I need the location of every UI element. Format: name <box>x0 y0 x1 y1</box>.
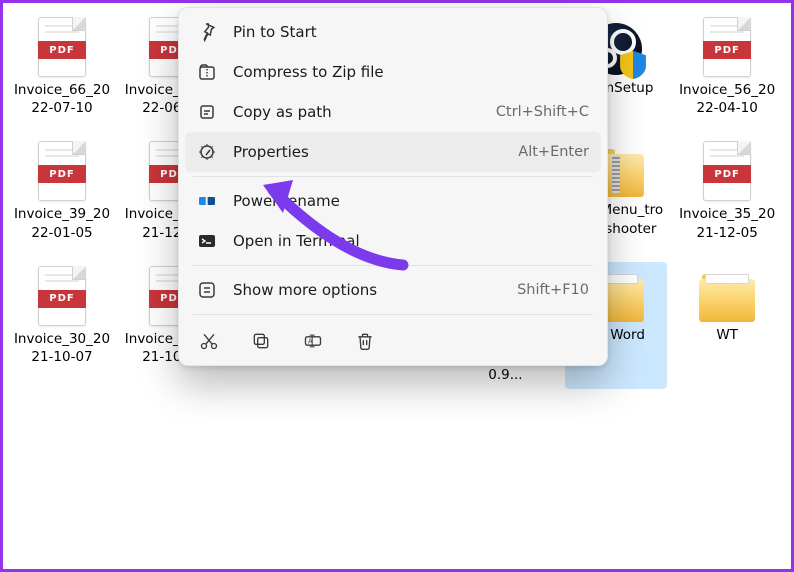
file-label: Invoice_35_2021-12-05 <box>678 205 776 241</box>
menu-label: Properties <box>233 143 502 161</box>
context-menu: Pin to Start Compress to Zip file Copy a… <box>178 7 608 366</box>
pdf-icon: PDF <box>703 141 751 201</box>
pdf-icon: PDF <box>703 17 751 77</box>
menu-label: Compress to Zip file <box>233 63 589 81</box>
menu-label: PowerRename <box>233 192 589 210</box>
menu-label: Open in Terminal <box>233 232 589 250</box>
menu-shortcut: Alt+Enter <box>518 144 589 160</box>
menu-copy-path[interactable]: Copy as path Ctrl+Shift+C <box>185 92 601 132</box>
file-item[interactable]: WT <box>676 262 778 389</box>
file-label: Invoice_30_2021-10-07 <box>13 330 111 366</box>
menu-label: Show more options <box>233 281 501 299</box>
file-item[interactable]: PDF Invoice_66_2022-07-10 <box>11 13 113 121</box>
menu-shortcut: Shift+F10 <box>517 282 589 298</box>
menu-divider <box>193 265 593 266</box>
pdf-icon: PDF <box>38 266 86 326</box>
file-item[interactable]: PDF Invoice_39_2022-01-05 <box>11 137 113 245</box>
file-label: Invoice_39_2022-01-05 <box>13 205 111 241</box>
menu-properties[interactable]: Properties Alt+Enter <box>185 132 601 172</box>
menu-action-row: A <box>185 319 601 355</box>
file-label: Invoice_56_2022-04-10 <box>678 81 776 117</box>
pdf-icon: PDF <box>38 141 86 201</box>
folder-icon <box>699 276 755 322</box>
file-label: Invoice_66_2022-07-10 <box>13 81 111 117</box>
menu-show-more[interactable]: Show more options Shift+F10 <box>185 270 601 310</box>
file-item[interactable]: PDF Invoice_35_2021-12-05 <box>676 137 778 245</box>
file-label: WT <box>678 326 776 344</box>
delete-button[interactable] <box>353 329 377 353</box>
menu-open-terminal[interactable]: Open in Terminal <box>185 221 601 261</box>
show-more-icon <box>197 280 217 300</box>
properties-icon <box>197 142 217 162</box>
pdf-icon: PDF <box>38 17 86 77</box>
menu-label: Pin to Start <box>233 23 589 41</box>
cut-button[interactable] <box>197 329 221 353</box>
menu-divider <box>193 176 593 177</box>
file-item[interactable]: PDF Invoice_56_2022-04-10 <box>676 13 778 121</box>
menu-shortcut: Ctrl+Shift+C <box>496 104 589 120</box>
menu-pin-to-start[interactable]: Pin to Start <box>185 12 601 52</box>
menu-label: Copy as path <box>233 103 480 121</box>
file-item[interactable]: PDF Invoice_30_2021-10-07 <box>11 262 113 389</box>
rename-button[interactable]: A <box>301 329 325 353</box>
menu-divider <box>193 314 593 315</box>
menu-powerrename[interactable]: PowerRename <box>185 181 601 221</box>
zip-icon <box>197 62 217 82</box>
powerrename-icon <box>197 191 217 211</box>
svg-text:A: A <box>308 338 313 346</box>
pin-icon <box>197 22 217 42</box>
copy-path-icon <box>197 102 217 122</box>
menu-compress[interactable]: Compress to Zip file <box>185 52 601 92</box>
copy-button[interactable] <box>249 329 273 353</box>
terminal-icon <box>197 231 217 251</box>
